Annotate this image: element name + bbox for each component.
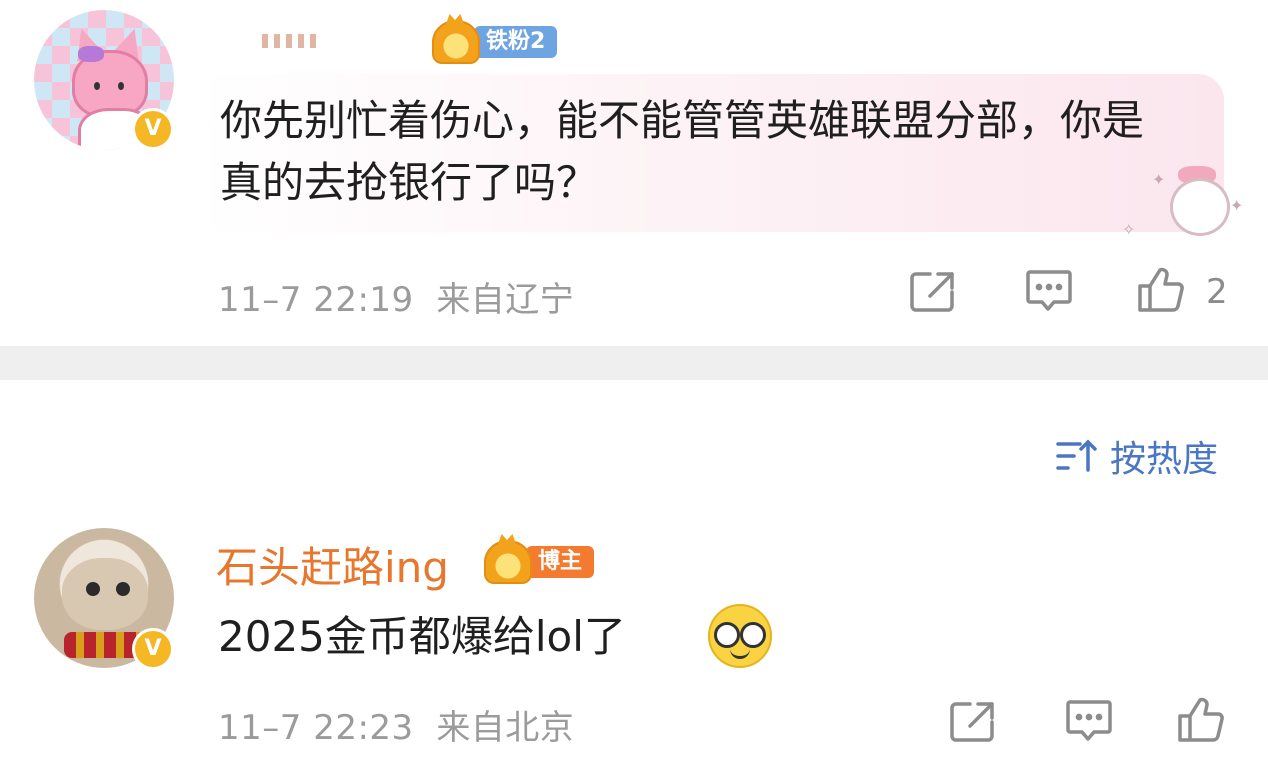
comment-time: 11–7 22:23: [218, 708, 414, 748]
lens: [740, 622, 766, 648]
comment-meta: 11–7 22:23 来自北京: [218, 700, 574, 749]
blogger-badge-label: 博主: [526, 546, 595, 578]
comment-icon[interactable]: [1064, 698, 1114, 744]
username-redacted[interactable]: [262, 34, 322, 48]
fan-badge[interactable]: 铁粉2: [432, 20, 558, 64]
blogger-badge[interactable]: 博主: [484, 540, 595, 584]
avatar-eye: [118, 82, 124, 90]
comment-time: 11–7 22:19: [218, 280, 414, 320]
lens: [714, 622, 740, 648]
sparkle-icon: ✧: [1122, 220, 1136, 239]
comment-location: 来自北京: [436, 708, 575, 748]
comment-meta: 11–7 22:19 来自辽宁: [218, 272, 574, 321]
sort-icon: [1056, 439, 1097, 472]
comment-icon[interactable]: [1024, 268, 1074, 314]
share-icon[interactable]: [908, 268, 958, 314]
comment-text: 你先别忙着伤心，能不能管管英雄联盟分部，你是真的去抢银行了吗？: [220, 96, 1145, 207]
avatar-eye: [94, 82, 100, 90]
like-count: 2: [1206, 272, 1228, 312]
thumbs-up-icon[interactable]: [1136, 266, 1186, 312]
fan-badge-label: 铁粉2: [474, 26, 558, 58]
sparkle-icon: ✦: [1230, 196, 1244, 215]
avatar-eye: [116, 582, 130, 596]
username[interactable]: 石头赶路ing: [216, 534, 449, 595]
verified-badge: V: [132, 628, 174, 670]
thumbs-up-icon[interactable]: [1176, 696, 1226, 742]
verified-badge: V: [132, 108, 174, 150]
avatar-bow: [78, 46, 104, 62]
mouth: [730, 648, 750, 659]
section-divider: [0, 346, 1268, 380]
sparkle-icon: ✦: [1152, 170, 1166, 189]
bunny-sticker-icon: ✦ ✦ ✧: [1122, 160, 1244, 244]
avatar-eye: [86, 582, 100, 596]
comment-location: 来自辽宁: [436, 280, 575, 320]
glasses-emoji-icon: [708, 604, 772, 668]
bunny-head: [1170, 178, 1230, 236]
sort-toggle[interactable]: 按热度: [1054, 430, 1218, 482]
share-icon[interactable]: [948, 698, 998, 744]
avatar-cat-head: [62, 558, 148, 630]
crown-icon: [484, 540, 532, 584]
crown-icon: [432, 20, 480, 64]
comment-text: 2025金币都爆给lol了: [218, 612, 626, 661]
sort-label: 按热度: [1110, 439, 1219, 480]
